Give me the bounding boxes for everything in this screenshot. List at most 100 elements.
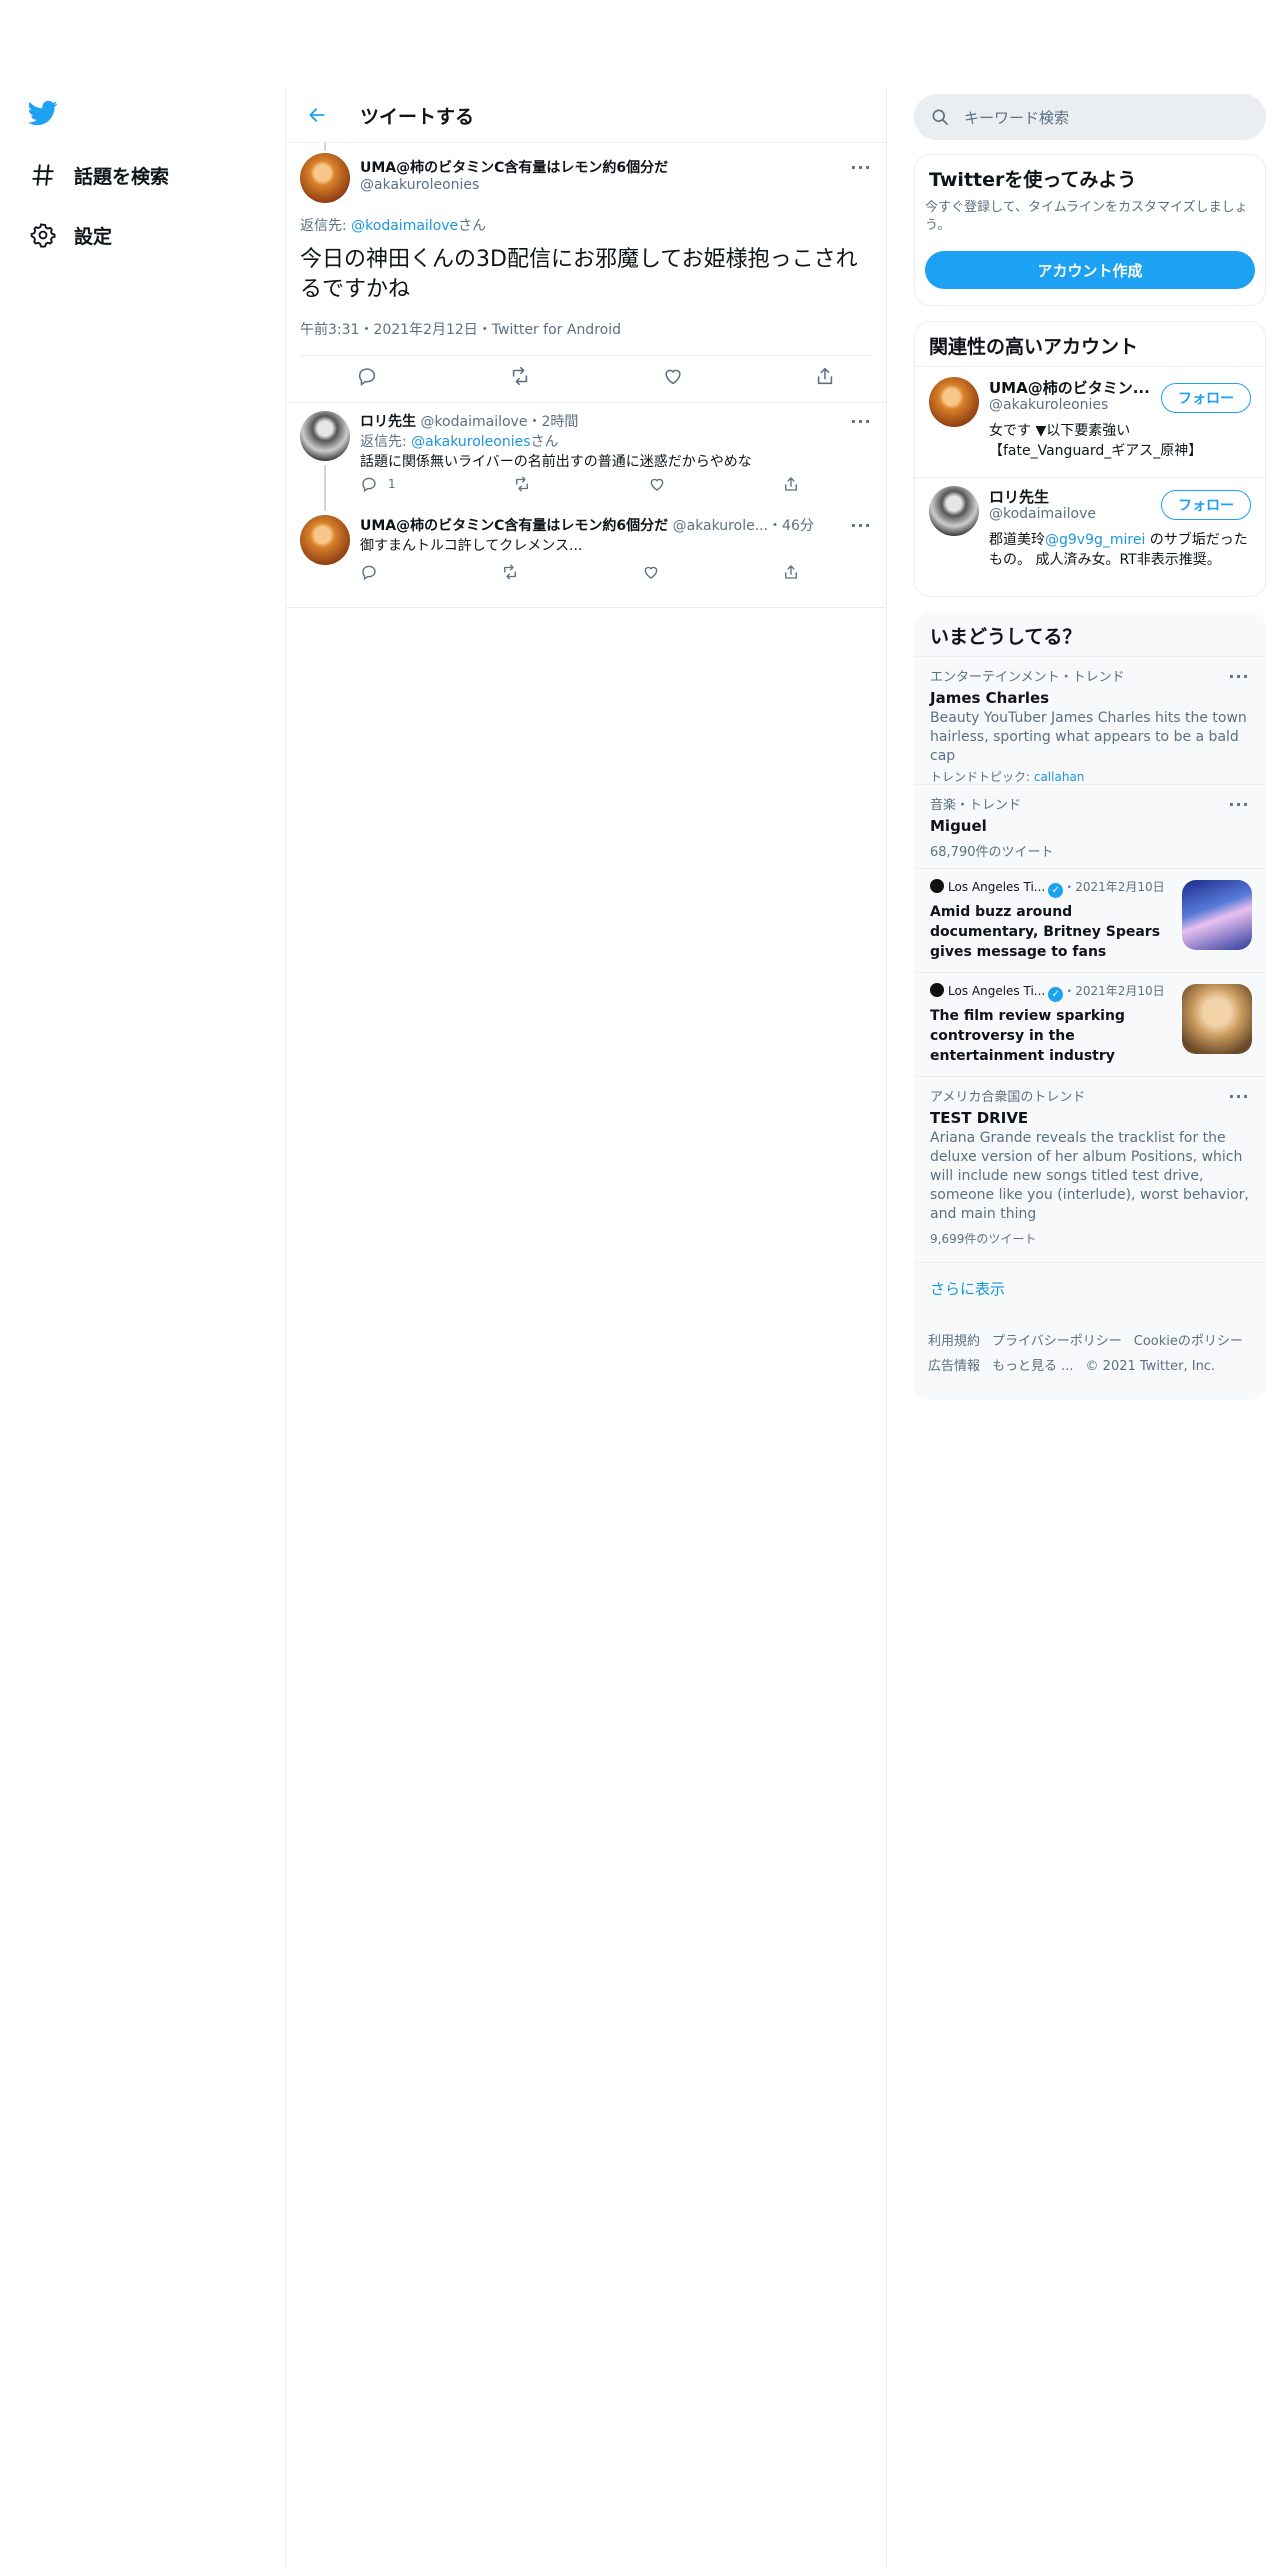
account-row[interactable]: UMA@柿のビタミン... @akakuroleonies フォロー 女です ▼… [915,367,1265,477]
reply-time[interactable]: ・46分 [768,518,814,534]
account-name[interactable]: UMA@柿のビタミン... [989,377,1150,398]
follow-button[interactable]: フォロー [1161,383,1251,413]
trend-item[interactable]: 音楽・トレンド Miguel 68,790件のツイート [930,794,1250,864]
twitter-logo-icon[interactable] [26,98,66,134]
nav-explore[interactable]: 話題を検索 [28,155,169,195]
reply-icon[interactable]: 1 [360,475,396,493]
like-icon[interactable] [642,563,660,581]
retweet-icon[interactable] [508,365,532,387]
reply-author-handle[interactable]: @akakurole... [673,518,768,534]
avatar[interactable] [300,515,350,565]
reply-to-suffix: さん [458,218,487,234]
more-options-icon[interactable]: ··· [846,411,876,431]
trend-item[interactable]: アメリカ合衆国のトレンド TEST DRIVE Ariana Grande re… [930,1086,1250,1246]
account-handle[interactable]: @akakuroleonies [989,397,1108,413]
reply-author-name[interactable]: ロリ先生 [360,414,416,430]
trend-context: エンターテインメント・トレンド [930,670,1125,685]
footer-link-cookie[interactable]: Cookieのポリシー [1134,1334,1243,1349]
copyright: © 2021 Twitter, Inc. [1085,1359,1216,1374]
like-icon[interactable] [648,475,666,493]
news-source: Los Angeles Ti... [948,880,1046,894]
trend-topic-prefix: トレンドトピック: [930,770,1034,784]
reply-author-name[interactable]: UMA@柿のビタミンC含有量はレモン約6個分だ [360,518,668,534]
nav-settings[interactable]: 設定 [28,215,112,255]
like-icon[interactable] [662,365,684,387]
more-options-icon[interactable]: ··· [846,157,876,177]
avatar[interactable] [929,486,979,536]
account-row[interactable]: ロリ先生 @kodaimailove フォロー 郡道美玲@g9v9g_mirei… [915,478,1265,596]
reply-author-handle[interactable]: @kodaimailove [420,414,527,430]
news-thumbnail[interactable] [1182,984,1252,1054]
reply-actions: 1 [360,475,800,493]
news-meta: Los Angeles Ti... ✓ ・2021年2月10日 [930,878,1170,898]
tweet-author-handle[interactable]: @akakuroleonies [360,177,479,193]
reply-text: 御すまんトルコ許してクレメンス... [360,538,583,554]
share-icon[interactable] [782,563,800,581]
footer-link-ads[interactable]: 広告情報 [928,1359,980,1374]
reply-tweet[interactable]: UMA@柿のビタミンC含有量はレモン約6個分だ @akakurole...・46… [286,513,886,608]
reply-to-handle[interactable]: @akakuroleonies [411,434,530,450]
retweet-icon[interactable] [500,563,520,581]
trend-desc: Ariana Grande reveals the tracklist for … [930,1130,1249,1222]
signup-desc: 今すぐ登録して、タイムラインをカスタマイズしましょう。 [925,200,1248,233]
more-options-icon[interactable]: ··· [846,515,876,535]
trends-title: いまどうしてる？ [930,626,1082,648]
account-name[interactable]: ロリ先生 [989,486,1049,507]
page-title: ツイートする [360,106,475,128]
gear-icon [28,220,58,250]
retweet-icon[interactable] [512,475,532,493]
account-handle[interactable]: @kodaimailove [989,506,1096,522]
divider [914,656,1266,657]
reply-text: 話題に関係無いライバーの名前出すの普通に迷惑だからやめな [360,454,752,470]
divider [300,355,872,356]
account-bio-mention[interactable]: @g9v9g_mirei [1045,532,1145,548]
trend-topic-link[interactable]: callahan [1034,770,1085,784]
show-more-link[interactable]: さらに表示 [930,1278,1005,1299]
news-item[interactable]: Los Angeles Ti... ✓ ・2021年2月10日 Amid buzz … [930,878,1170,968]
trend-count: 9,699件のツイート [930,1232,1037,1246]
footer-link-more[interactable]: もっと見る ... [992,1359,1074,1374]
avatar[interactable] [300,153,350,203]
trend-context: 音楽・トレンド [930,798,1022,813]
signup-card: Twitterを使ってみよう 今すぐ登録して、タイムラインをカスタマイズしましょ… [914,154,1266,306]
create-account-button[interactable]: アカウント作成 [925,251,1255,289]
reply-header: UMA@柿のビタミンC含有量はレモン約6個分だ @akakurole...・46… [360,515,814,535]
trend-item[interactable]: エンターテインメント・トレンド James Charles Beauty You… [930,666,1250,784]
follow-button[interactable]: フォロー [1161,490,1251,520]
search-box[interactable]: キーワード検索 [914,94,1266,140]
footer-link-privacy[interactable]: プライバシーポリシー [992,1334,1122,1349]
footer-link-terms[interactable]: 利用規約 [928,1334,980,1349]
tweet-meta[interactable]: 午前3:31・2021年2月12日・Twitter for Android [300,319,621,339]
related-accounts-card: 関連性の高いアカウント UMA@柿のビタミン... @akakuroleonie… [914,321,1266,597]
reply-time[interactable]: ・2時間 [527,414,578,430]
trend-name: Miguel [930,817,987,835]
reply-actions [360,563,800,581]
news-headline: The film review sparking controversy in … [930,1008,1125,1064]
more-options-icon[interactable]: ··· [1224,794,1254,814]
trend-name: James Charles [930,689,1050,707]
reply-to: 返信先: @kodaimailoveさん [300,215,486,235]
account-bio-text: 郡道美玲 [989,532,1045,548]
news-thumbnail[interactable] [1182,880,1252,950]
news-source: Los Angeles Ti... [948,984,1046,998]
share-icon[interactable] [782,475,800,493]
avatar[interactable] [300,411,350,461]
search-input[interactable]: キーワード検索 [964,107,1069,128]
arrow-left-icon [309,108,325,122]
news-item[interactable]: Los Angeles Ti... ✓ ・2021年2月10日 The film r… [930,982,1170,1072]
trend-name: TEST DRIVE [930,1109,1029,1127]
tweet-author-name[interactable]: UMA@柿のビタミンC含有量はレモン約6個分だ [360,157,668,177]
share-icon[interactable] [814,365,836,387]
back-button[interactable] [300,98,334,132]
reply-header: ロリ先生 @kodaimailove・2時間 [360,411,578,431]
reply-to-handle[interactable]: @kodaimailove [351,218,458,234]
reply-icon[interactable] [356,365,378,387]
reply-to: 返信先: @akakuroleoniesさん [360,431,559,451]
more-options-icon[interactable]: ··· [1224,1086,1254,1106]
more-options-icon[interactable]: ··· [1224,666,1254,686]
thread-line [324,143,326,151]
reply-to-suffix: さん [530,434,559,450]
reply-icon[interactable] [360,563,378,581]
avatar[interactable] [929,377,979,427]
reply-tweet[interactable]: ロリ先生 @kodaimailove・2時間 ··· 返信先: @akakuro… [286,403,886,513]
